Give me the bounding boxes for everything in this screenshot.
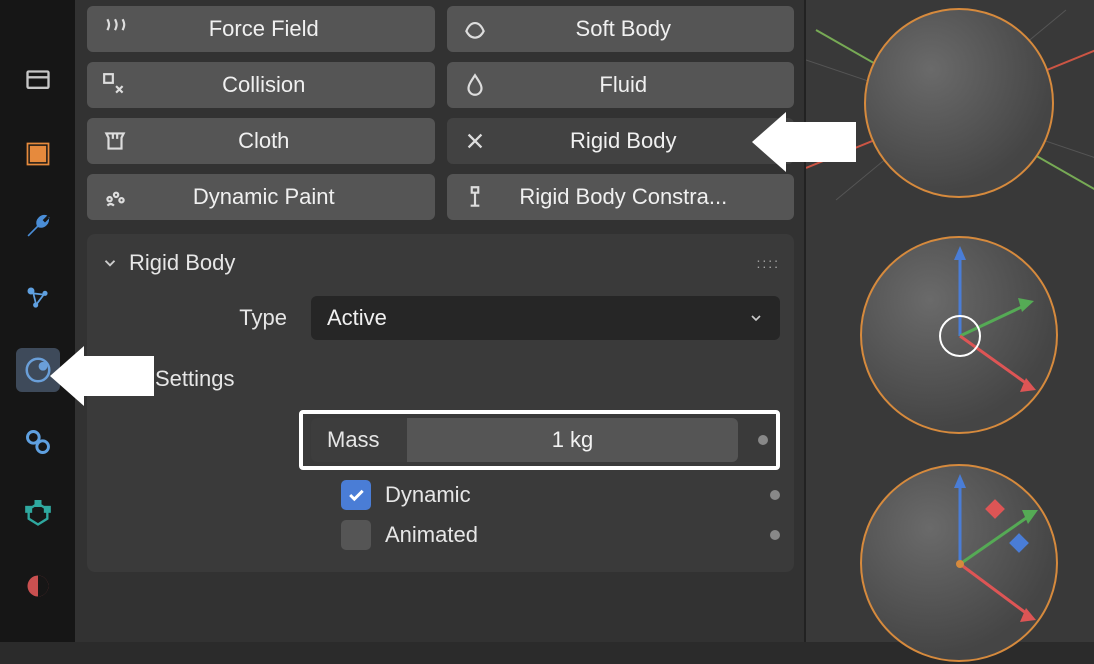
rigid-body-constraint-button[interactable]: Rigid Body Constra... <box>447 174 795 220</box>
cloth-icon <box>97 128 133 154</box>
dynamic-label: Dynamic <box>385 482 750 508</box>
rigid-body-constraint-label: Rigid Body Constra... <box>493 184 785 210</box>
physics-type-grid: Force Field Soft Body Collision Fluid Cl… <box>87 6 794 220</box>
physics-properties-panel: Force Field Soft Body Collision Fluid Cl… <box>75 0 804 642</box>
type-dropdown[interactable]: Active <box>311 296 780 340</box>
type-value: Active <box>327 305 387 331</box>
mass-row: Mass 1 kg <box>101 410 780 470</box>
settings-subpanel-header[interactable]: Settings <box>101 348 780 402</box>
force-field-button[interactable]: Force Field <box>87 6 435 52</box>
dynamic-paint-icon <box>97 184 133 210</box>
close-icon <box>457 130 493 152</box>
collision-label: Collision <box>133 72 425 98</box>
cloth-label: Cloth <box>133 128 425 154</box>
dynamic-checkbox[interactable] <box>341 480 371 510</box>
chevron-down-icon <box>101 254 119 272</box>
fluid-button[interactable]: Fluid <box>447 62 795 108</box>
animate-property-dot[interactable] <box>758 435 768 445</box>
animate-property-dot[interactable] <box>770 490 780 500</box>
collision-button[interactable]: Collision <box>87 62 435 108</box>
annotation-arrow-physics-tab <box>82 356 154 396</box>
force-field-label: Force Field <box>133 16 425 42</box>
animated-checkbox[interactable] <box>341 520 371 550</box>
force-field-icon <box>97 16 133 42</box>
viewport-3d[interactable] <box>804 0 1094 642</box>
soft-body-icon <box>457 16 493 42</box>
mesh-tab-icon[interactable] <box>16 492 60 536</box>
animate-property-dot[interactable] <box>770 530 780 540</box>
soft-body-button[interactable]: Soft Body <box>447 6 795 52</box>
viewport-gizmo-3 <box>860 464 1060 664</box>
collision-icon <box>97 72 133 98</box>
type-row: Type Active <box>101 296 780 340</box>
rigid-body-panel: Rigid Body :::: Type Active Settings <box>87 234 794 572</box>
rigid-body-constraint-icon <box>457 184 493 210</box>
modifier-tab-icon[interactable] <box>16 204 60 248</box>
drag-handle-icon[interactable]: :::: <box>756 255 780 271</box>
rigid-body-button[interactable]: Rigid Body <box>447 118 795 164</box>
dynamic-row: Dynamic <box>101 480 780 510</box>
mass-highlight-annotation: Mass 1 kg <box>299 410 780 470</box>
material-tab-icon[interactable] <box>16 564 60 608</box>
particles-tab-icon[interactable] <box>16 276 60 320</box>
fluid-icon <box>457 72 493 98</box>
rigid-body-panel-header[interactable]: Rigid Body :::: <box>101 246 780 288</box>
sphere-object-1[interactable] <box>864 8 1054 198</box>
animated-label: Animated <box>385 522 750 548</box>
properties-tab-rail <box>0 0 75 642</box>
soft-body-label: Soft Body <box>493 16 785 42</box>
dynamic-paint-button[interactable]: Dynamic Paint <box>87 174 435 220</box>
mass-label: Mass <box>311 418 407 462</box>
object-tab-icon[interactable] <box>16 132 60 176</box>
type-label: Type <box>101 305 311 331</box>
rigid-body-panel-title: Rigid Body <box>129 250 235 276</box>
settings-label: Settings <box>155 366 235 392</box>
constraint-tab-icon[interactable] <box>16 420 60 464</box>
annotation-arrow-rigid-body <box>784 122 856 162</box>
mass-input[interactable]: 1 kg <box>407 418 738 462</box>
rigid-body-label: Rigid Body <box>493 128 785 154</box>
cloth-button[interactable]: Cloth <box>87 118 435 164</box>
viewport-gizmo-2 <box>860 236 1060 436</box>
dynamic-paint-label: Dynamic Paint <box>133 184 425 210</box>
fluid-label: Fluid <box>493 72 785 98</box>
chevron-down-icon <box>748 310 764 326</box>
animated-row: Animated <box>101 520 780 550</box>
output-tab-icon[interactable] <box>16 60 60 104</box>
